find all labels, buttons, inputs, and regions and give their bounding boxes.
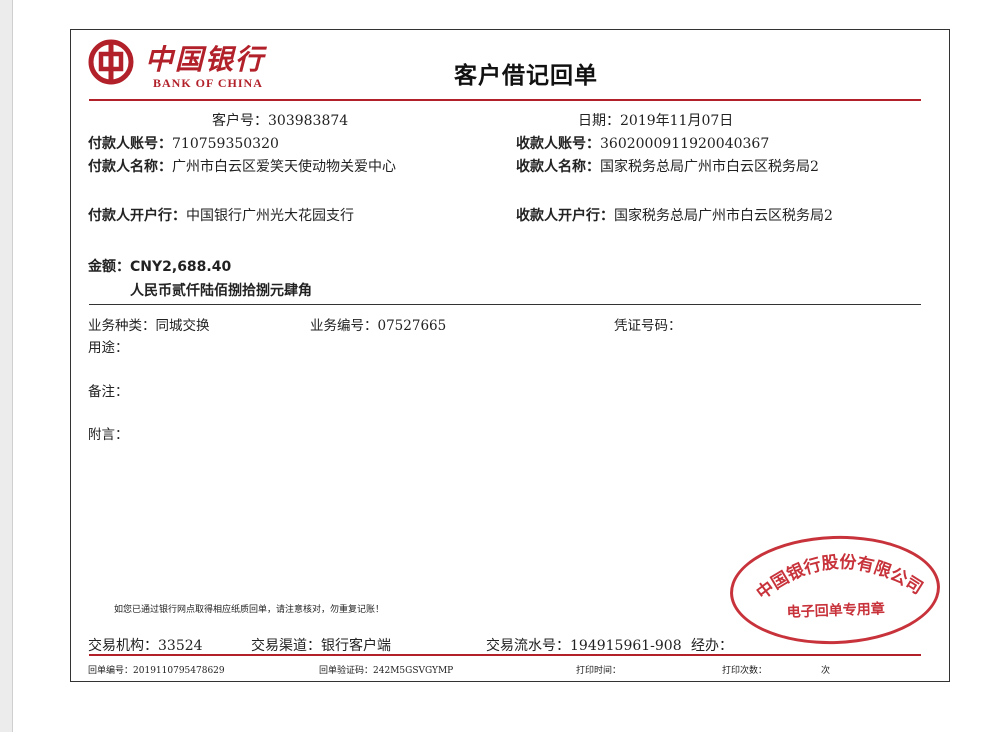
voucher-number: 凭证号码： [614,314,682,334]
business-type-label: 业务种类： [88,318,156,334]
payee-name-label: 收款人名称： [516,159,600,175]
transaction-channel-value: 银行客户端 [321,638,391,654]
payer-bank-label: 付款人开户行： [88,208,186,224]
verify-code-value: 242M5GSVGYMP [373,666,454,676]
transaction-org: 交易机构：33524 [88,635,203,655]
payee-name-value: 国家税务总局广州市白云区税务局2 [600,159,819,175]
page-background: 中国银行 BANK OF CHINA 客户借记回单 客户号：303983874 … [12,0,992,732]
payer-account-value: 710759350320 [172,136,279,152]
payee-account: 收款人账号：3602000911920040367 [516,133,769,153]
bank-name-en: BANK OF CHINA [153,76,263,90]
payer-name: 付款人名称：广州市白云区爱笑天使动物关爱中心 [88,156,396,176]
amount-value: CNY2,688.40 [130,259,232,275]
payer-account-label: 付款人账号： [88,136,172,152]
customer-number-value: 303983874 [268,113,349,129]
business-number: 业务编号：07527665 [310,314,446,334]
receipt-number-label: 回单编号： [88,666,134,676]
business-number-label: 业务编号： [310,318,378,334]
payee-bank-value: 国家税务总局广州市白云区税务局2 [614,208,833,224]
amount: 金额：CNY2,688.40 [88,256,231,276]
amount-divider [89,304,921,305]
payer-bank-value: 中国银行广州光大花园支行 [186,208,354,224]
print-count-label: 打印次数： [722,666,768,676]
purpose-label: 用途： [88,340,129,356]
verify-code: 回单验证码：242M5GSVGYMP [319,663,453,676]
amount-in-words: 人民币贰仟陆佰捌拾捌元肆角 [130,283,312,299]
business-number-value: 07527665 [377,318,447,334]
amount-label: 金额： [88,259,130,275]
transaction-serial-value: 194915961-908 [570,638,682,654]
transaction-org-value: 33524 [158,638,203,654]
transaction-channel-label: 交易渠道： [251,638,321,654]
payer-bank: 付款人开户行：中国银行广州光大花园支行 [88,205,354,225]
date-label: 日期： [578,113,620,129]
receipt-number-value: 2019110795478629 [133,666,225,676]
customer-number-label: 客户号： [212,113,268,129]
payee-name: 收款人名称：国家税务总局广州市白云区税务局2 [516,156,819,176]
receipt-number: 回单编号：2019110795478629 [88,663,225,676]
transaction-org-label: 交易机构： [88,638,158,654]
postscript-label: 附言： [88,427,129,443]
voucher-number-label: 凭证号码： [614,318,682,334]
debit-receipt: 中国银行 BANK OF CHINA 客户借记回单 客户号：303983874 … [70,29,950,682]
duplicate-notice: 如您已通过银行网点取得相应纸质回单，请注意核对，勿重复记账！ [114,605,385,615]
payee-bank-label: 收款人开户行： [516,208,614,224]
bank-name-cn: 中国银行 [145,43,266,76]
handler-label: 经办： [691,638,733,654]
document-title: 客户借记回单 [454,63,598,89]
date-value: 2019年11月07日 [620,113,734,129]
payee-account-value: 3602000911920040367 [600,136,770,152]
transaction-channel: 交易渠道：银行客户端 [251,635,391,655]
transaction-serial-label: 交易流水号： [486,638,570,654]
electronic-receipt-seal: 中国银行股份有限公司 电子回单专用章 [728,532,942,648]
business-type-value: 同城交换 [155,318,210,334]
payer-name-label: 付款人名称： [88,159,172,175]
seal-arc-text: 中国银行股份有限公司 [751,549,927,605]
payer-account: 付款人账号：710759350320 [88,133,279,153]
payee-bank: 收款人开户行：国家税务总局广州市白云区税务局2 [516,205,833,225]
remark-label: 备注： [88,384,129,400]
payer-name-value: 广州市白云区爱笑天使动物关爱中心 [172,159,396,175]
bank-of-china-logo-icon [88,39,134,85]
header-divider [89,99,921,101]
payee-account-label: 收款人账号： [516,136,600,152]
business-type: 业务种类：同城交换 [88,314,210,334]
footer-divider [89,654,921,656]
transaction-serial: 交易流水号：194915961-908 [486,635,682,655]
seal-arc-text-icon: 中国银行股份有限公司 [751,549,927,605]
print-count-unit: 次 [821,666,831,676]
print-time-label: 打印时间： [576,666,622,676]
receipt-date: 日期：2019年11月07日 [578,110,733,130]
customer-number: 客户号：303983874 [212,110,348,130]
verify-code-label: 回单验证码： [319,666,374,676]
